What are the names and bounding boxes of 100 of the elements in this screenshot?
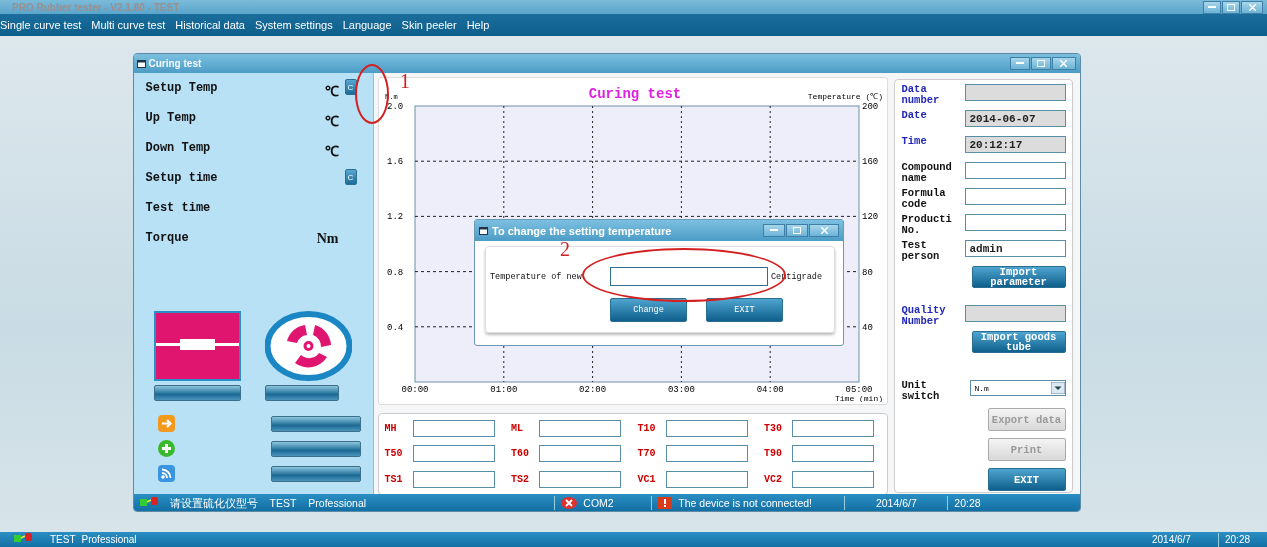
temperature-field[interactable] [610, 267, 768, 286]
field-label: Temperature of new [490, 271, 583, 282]
status-text: TEST [268, 495, 298, 510]
tick-label: 1.2 [386, 212, 403, 223]
info-field: 2014-06-07 [964, 110, 1066, 127]
tick-label: 02:00 [578, 385, 606, 395]
field-label: Producti No. [901, 214, 953, 236]
connection-icon [139, 495, 158, 507]
annotation-number: 2 [560, 238, 570, 261]
field-label: Formula code [901, 188, 947, 210]
result-label: T70 [637, 448, 657, 460]
result-label: VC2 [764, 473, 783, 485]
plus-icon [157, 440, 175, 457]
result-field[interactable] [792, 470, 874, 488]
dialog-title: To change the setting temperature [492, 224, 672, 237]
minimize-icon [770, 229, 778, 232]
result-field[interactable] [792, 420, 874, 438]
menu-item[interactable]: Single curve test [0, 19, 82, 31]
tick-label: 05:00 [845, 385, 872, 395]
menu-item[interactable]: Language [342, 19, 392, 31]
close-icon [1248, 3, 1256, 11]
result-label: ML [511, 423, 524, 435]
unit-select[interactable]: N.m [969, 380, 1066, 396]
setup-button[interactable]: C [344, 79, 357, 95]
field-label: Quality Number [901, 305, 947, 327]
result-field[interactable] [412, 420, 495, 438]
dialog-button[interactable]: EXIT [706, 298, 783, 322]
import-button[interactable]: Import parameter [971, 266, 1066, 288]
result-field[interactable] [665, 470, 748, 488]
info-field[interactable] [964, 162, 1066, 179]
maximize-icon [793, 227, 801, 234]
menu-item[interactable]: Help [466, 19, 490, 31]
menu-item[interactable]: Historical data [175, 19, 245, 31]
tick-label: 120 [861, 212, 878, 223]
action-button[interactable]: EXIT [987, 468, 1066, 491]
tick-label: 03:00 [667, 385, 695, 395]
info-field[interactable]: admin [964, 240, 1066, 257]
rotor-button[interactable] [264, 385, 339, 401]
field-label: Date [901, 110, 928, 121]
menu-item[interactable]: Skin peeler [401, 19, 457, 31]
rotor-icon [264, 311, 352, 381]
result-field[interactable] [412, 445, 495, 463]
right-axis-label: Temperature (℃) [807, 92, 883, 101]
result-field[interactable] [792, 445, 874, 463]
tick-label: 0.4 [386, 322, 403, 333]
setup-button[interactable]: C [344, 169, 357, 185]
result-field[interactable] [539, 420, 621, 438]
import-button[interactable]: Import goods tube [971, 331, 1066, 353]
taskbar-text: TEST [49, 532, 77, 547]
reading-label: Setup time [145, 171, 219, 185]
result-field[interactable] [539, 470, 621, 488]
result-label: MH [384, 423, 398, 435]
warning-icon [658, 496, 673, 509]
minimize-button[interactable] [1203, 0, 1221, 14]
result-label: T90 [764, 448, 783, 460]
status-date: 2014/6/7 [844, 495, 948, 510]
error-icon [561, 496, 578, 509]
minimize-button[interactable] [763, 224, 785, 237]
tick-label: 200 [861, 102, 878, 112]
unit-label: Nm [315, 231, 339, 247]
menu-item[interactable]: System settings [255, 19, 333, 31]
x-axis-label: Time (min) [834, 394, 883, 402]
tool-button[interactable] [270, 465, 361, 482]
field-label: Data number [901, 84, 941, 106]
mold-button[interactable] [153, 385, 241, 401]
minimize-icon [1208, 5, 1216, 9]
tick-label: 0.8 [386, 267, 403, 278]
tick-label: 04:00 [756, 385, 784, 395]
info-field[interactable] [964, 188, 1066, 205]
result-field[interactable] [665, 420, 748, 438]
connection-icon [14, 532, 32, 543]
tick-label: 00:00 [401, 385, 428, 395]
reading-label: Setup Temp [145, 81, 219, 95]
result-label: T50 [384, 448, 404, 460]
close-button[interactable] [809, 224, 839, 237]
window-icon [136, 59, 146, 68]
annotation-number: 1 [400, 70, 410, 93]
field-label: Time [901, 136, 928, 147]
minimize-button[interactable] [1009, 57, 1030, 70]
result-field[interactable] [412, 470, 495, 488]
maximize-button[interactable] [1222, 0, 1240, 14]
field-label: Compound name [901, 162, 953, 184]
dialog-button[interactable]: Change [610, 298, 687, 322]
info-field[interactable] [964, 214, 1066, 231]
result-label: T30 [764, 423, 783, 435]
maximize-icon [1227, 3, 1235, 11]
reading-label: Torque [145, 231, 190, 245]
tick-label: 160 [861, 157, 878, 168]
taskbar-time: 20:28 [1218, 532, 1267, 547]
close-icon [820, 227, 828, 234]
result-field[interactable] [539, 445, 621, 463]
result-field[interactable] [665, 445, 748, 463]
close-button[interactable] [1051, 57, 1076, 70]
maximize-button[interactable] [1030, 57, 1051, 70]
tool-button[interactable] [270, 440, 361, 457]
close-button[interactable] [1241, 0, 1263, 14]
maximize-button[interactable] [786, 224, 808, 237]
status-time: 20:28 [947, 495, 987, 510]
menu-item[interactable]: Multi curve test [91, 19, 166, 31]
tool-button[interactable] [270, 415, 361, 432]
